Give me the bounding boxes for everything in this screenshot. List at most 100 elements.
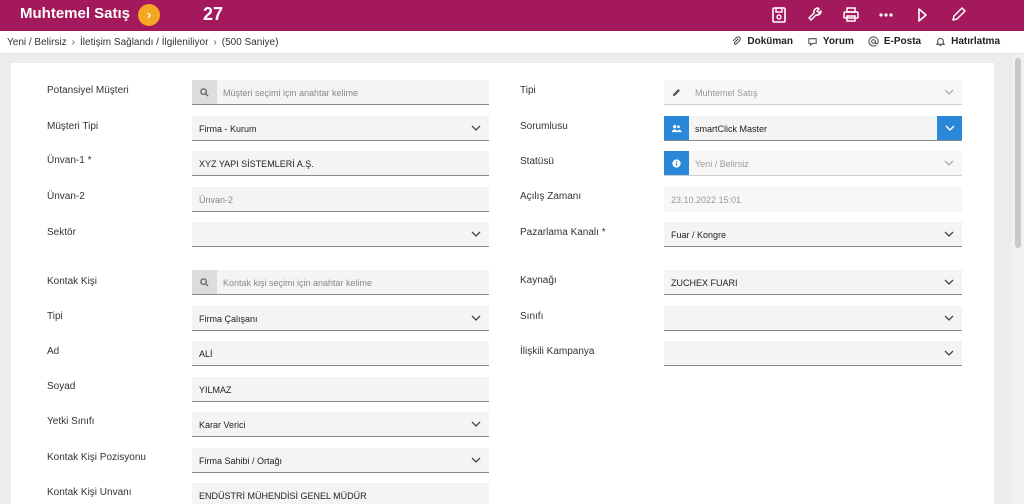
customer-type-select[interactable]: Firma - Kurum [192, 116, 489, 141]
opened-at-field: 23.10.2022 15:01 [664, 187, 962, 212]
comment-icon [808, 38, 817, 47]
scrollbar-thumb[interactable] [1015, 58, 1021, 248]
document-button[interactable]: Doküman [731, 36, 793, 47]
contact-type-label: Tipi [47, 311, 63, 322]
page-title: Muhtemel Satış [20, 5, 131, 22]
chevron-down-icon [944, 278, 954, 286]
position-value: Firma Sahibi / Ortağı [199, 456, 283, 466]
chevron-right-icon: › [213, 37, 217, 48]
position-select[interactable]: Firma Sahibi / Ortağı [192, 448, 489, 473]
title2-label: Ünvan-2 [47, 191, 85, 202]
contact-title-field[interactable]: ENDÜSTRİ MÜHENDİSİ GENEL MÜDÜR [192, 483, 489, 504]
chevron-down-icon [471, 456, 481, 464]
chevron-down-icon [944, 230, 954, 238]
class-select[interactable] [664, 306, 962, 331]
owner-label: Sorumlusu [520, 121, 568, 132]
at-icon [868, 36, 879, 47]
pencil-icon [664, 80, 689, 104]
chevron-right-icon: › [71, 37, 76, 48]
campaign-label: İlişkili Kampanya [520, 346, 595, 357]
first-name-field[interactable]: ALİ [192, 341, 489, 366]
top-bar: Muhtemel Satış › 27 [0, 0, 1024, 31]
chevron-right-icon[interactable]: › [138, 4, 160, 26]
chevron-down-icon [471, 314, 481, 322]
title2-field[interactable]: Ünvan-2 [192, 187, 489, 212]
search-placeholder: Müşteri seçimi için anahtar kelime [223, 88, 359, 98]
breadcrumb: Yeni / Belirsiz › İletişim Sağlandı / İlgi… [7, 37, 278, 48]
status-value: Yeni / Belirsiz [695, 159, 749, 169]
authority-select[interactable]: Karar Verici [192, 412, 489, 437]
required-mark: * [601, 227, 606, 238]
channel-select[interactable]: Fuar / Kongre [664, 222, 962, 247]
title1-field[interactable]: XYZ YAPI SİSTEMLERİ A.Ş. [192, 151, 489, 176]
required-mark: * [87, 155, 92, 166]
title2-placeholder: Ünvan-2 [199, 195, 234, 205]
type-select[interactable]: Muhtemel Satış [664, 80, 962, 105]
chevron-down-icon[interactable] [937, 116, 962, 140]
owner-select[interactable]: smartClick Master [664, 116, 962, 141]
search-icon [192, 270, 217, 294]
opened-at-value: 23.10.2022 15:01 [671, 195, 742, 205]
owner-value: smartClick Master [695, 124, 768, 134]
save-icon[interactable] [767, 3, 791, 27]
sector-label: Sektör [47, 227, 76, 238]
source-select[interactable]: ZUCHEX FUARI [664, 270, 962, 295]
first-name-label: Ad [47, 346, 60, 357]
last-name-label: Soyad [47, 381, 76, 392]
comment-label: Yorum [822, 36, 854, 47]
breadcrumb-item[interactable]: İletişim Sağlandı / İlgileniliyor [80, 37, 208, 48]
chevron-down-icon [471, 420, 481, 428]
chevron-down-icon [944, 88, 954, 96]
document-label: Doküman [747, 36, 793, 47]
type-value: Muhtemel Satış [695, 88, 758, 98]
contact-person-label: Kontak Kişi [47, 276, 98, 287]
sector-select[interactable] [192, 222, 489, 247]
last-name-field[interactable]: YILMAZ [192, 377, 489, 402]
play-icon[interactable] [910, 3, 934, 27]
record-number: 27 [203, 4, 224, 24]
potential-customer-label: Potansiyel Müşteri [47, 85, 129, 96]
breadcrumb-item[interactable]: Yeni / Belirsiz [7, 37, 67, 48]
chevron-down-icon [944, 159, 954, 167]
status-label: Statüsü [520, 156, 554, 167]
position-label: Kontak Kişi Pozisyonu [47, 452, 146, 463]
search-icon [192, 80, 217, 104]
reminder-label: Hatırlatma [951, 36, 1000, 47]
reminder-button[interactable]: Hatırlatma [935, 36, 1000, 47]
customer-type-value: Firma - Kurum [199, 124, 257, 134]
title1-label: Ünvan-1 * [47, 155, 92, 166]
users-icon [664, 116, 689, 140]
first-name-value: ALİ [199, 349, 213, 359]
status-select[interactable]: Yeni / Belirsiz [664, 151, 962, 176]
edit-icon[interactable] [946, 3, 970, 27]
breadcrumb-bar: Yeni / Belirsiz › İletişim Sağlandı / İlgi… [0, 31, 1024, 54]
potential-customer-search[interactable]: Müşteri seçimi için anahtar kelime [192, 80, 489, 105]
contact-title-label: Kontak Kişi Unvanı [47, 487, 132, 498]
type-label: Tipi [520, 85, 536, 96]
print-icon[interactable] [839, 3, 863, 27]
title1-value: XYZ YAPI SİSTEMLERİ A.Ş. [199, 159, 314, 169]
paperclip-icon [733, 36, 742, 45]
last-name-value: YILMAZ [199, 385, 232, 395]
class-label: Sınıfı [520, 311, 544, 322]
comment-button[interactable]: Yorum [807, 36, 854, 47]
search-placeholder: Kontak kişi seçimi için anahtar kelime [223, 278, 373, 288]
email-button[interactable]: E-Posta [868, 36, 921, 47]
chevron-down-icon [471, 124, 481, 132]
channel-value: Fuar / Kongre [671, 230, 727, 240]
channel-label: Pazarlama Kanalı * [520, 227, 606, 238]
customer-type-label: Müşteri Tipi [47, 121, 99, 132]
contact-type-select[interactable]: Firma Çalışanı [192, 306, 489, 331]
source-value: ZUCHEX FUARI [671, 278, 738, 288]
contact-type-value: Firma Çalışanı [199, 314, 258, 324]
campaign-select[interactable] [664, 341, 962, 366]
info-icon [664, 151, 689, 175]
opened-at-label: Açılış Zamanı [520, 191, 582, 202]
breadcrumb-item: (500 Saniye) [221, 37, 279, 48]
contact-person-search[interactable]: Kontak kişi seçimi için anahtar kelime [192, 270, 489, 295]
record-actions: Doküman Yorum E-Posta Hatırlatma [731, 36, 1000, 47]
chevron-down-icon [471, 230, 481, 238]
more-icon[interactable] [874, 3, 898, 27]
wrench-icon[interactable] [803, 3, 827, 27]
authority-label: Yetki Sınıfı [47, 416, 95, 427]
